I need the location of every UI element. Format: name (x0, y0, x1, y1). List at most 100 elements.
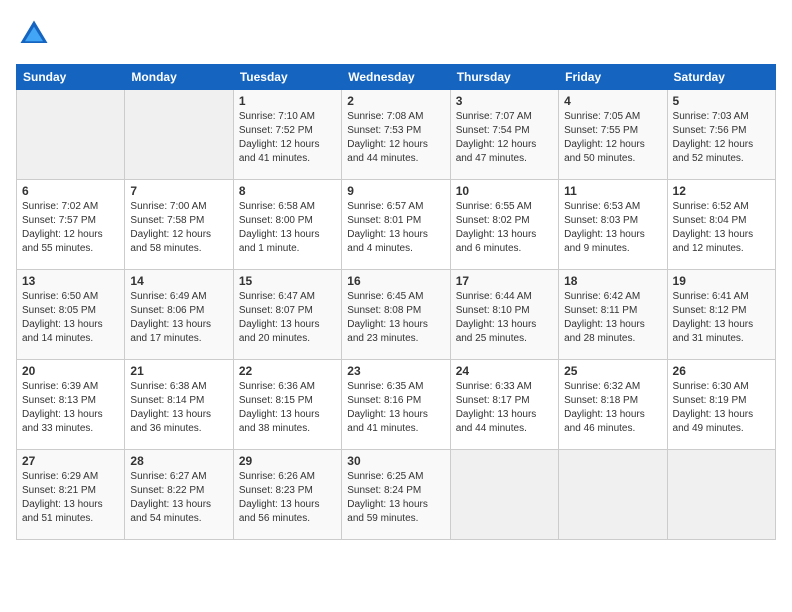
header-saturday: Saturday (667, 65, 775, 90)
day-number: 6 (22, 184, 119, 198)
day-number: 12 (673, 184, 770, 198)
day-number: 15 (239, 274, 336, 288)
day-info: Sunrise: 6:57 AM Sunset: 8:01 PM Dayligh… (347, 200, 444, 256)
day-info: Sunrise: 6:35 AM Sunset: 8:16 PM Dayligh… (347, 380, 444, 436)
day-info: Sunrise: 6:44 AM Sunset: 8:10 PM Dayligh… (456, 290, 553, 346)
day-info: Sunrise: 6:47 AM Sunset: 8:07 PM Dayligh… (239, 290, 336, 346)
calendar-table: SundayMondayTuesdayWednesdayThursdayFrid… (16, 64, 776, 540)
logo (16, 16, 58, 52)
day-info: Sunrise: 6:33 AM Sunset: 8:17 PM Dayligh… (456, 380, 553, 436)
day-number: 11 (564, 184, 661, 198)
day-info: Sunrise: 6:42 AM Sunset: 8:11 PM Dayligh… (564, 290, 661, 346)
day-info: Sunrise: 6:58 AM Sunset: 8:00 PM Dayligh… (239, 200, 336, 256)
calendar-cell: 14 Sunrise: 6:49 AM Sunset: 8:06 PM Dayli… (125, 270, 233, 360)
day-number: 14 (130, 274, 227, 288)
day-number: 13 (22, 274, 119, 288)
calendar-cell: 24 Sunrise: 6:33 AM Sunset: 8:17 PM Dayli… (450, 360, 558, 450)
day-info: Sunrise: 6:38 AM Sunset: 8:14 PM Dayligh… (130, 380, 227, 436)
calendar-cell: 6 Sunrise: 7:02 AM Sunset: 7:57 PM Daylig… (17, 180, 125, 270)
day-info: Sunrise: 7:05 AM Sunset: 7:55 PM Dayligh… (564, 110, 661, 166)
day-info: Sunrise: 6:45 AM Sunset: 8:08 PM Dayligh… (347, 290, 444, 346)
day-info: Sunrise: 6:26 AM Sunset: 8:23 PM Dayligh… (239, 470, 336, 526)
header-friday: Friday (559, 65, 667, 90)
day-number: 7 (130, 184, 227, 198)
day-number: 3 (456, 94, 553, 108)
day-info: Sunrise: 7:02 AM Sunset: 7:57 PM Dayligh… (22, 200, 119, 256)
calendar-cell: 4 Sunrise: 7:05 AM Sunset: 7:55 PM Daylig… (559, 90, 667, 180)
day-number: 26 (673, 364, 770, 378)
day-number: 24 (456, 364, 553, 378)
calendar-week-2: 6 Sunrise: 7:02 AM Sunset: 7:57 PM Daylig… (17, 180, 776, 270)
day-info: Sunrise: 7:07 AM Sunset: 7:54 PM Dayligh… (456, 110, 553, 166)
calendar-cell (17, 90, 125, 180)
calendar-cell: 9 Sunrise: 6:57 AM Sunset: 8:01 PM Daylig… (342, 180, 450, 270)
day-info: Sunrise: 7:10 AM Sunset: 7:52 PM Dayligh… (239, 110, 336, 166)
calendar-cell: 8 Sunrise: 6:58 AM Sunset: 8:00 PM Daylig… (233, 180, 341, 270)
calendar-header-row: SundayMondayTuesdayWednesdayThursdayFrid… (17, 65, 776, 90)
logo-icon (16, 16, 52, 52)
day-number: 8 (239, 184, 336, 198)
header-wednesday: Wednesday (342, 65, 450, 90)
day-number: 29 (239, 454, 336, 468)
header-monday: Monday (125, 65, 233, 90)
calendar-cell (450, 450, 558, 540)
day-info: Sunrise: 6:39 AM Sunset: 8:13 PM Dayligh… (22, 380, 119, 436)
calendar-cell: 12 Sunrise: 6:52 AM Sunset: 8:04 PM Dayli… (667, 180, 775, 270)
day-number: 18 (564, 274, 661, 288)
calendar-cell: 15 Sunrise: 6:47 AM Sunset: 8:07 PM Dayli… (233, 270, 341, 360)
day-number: 27 (22, 454, 119, 468)
calendar-cell: 21Sunrise: 6:38 AM Sunset: 8:14 PM Dayli… (125, 360, 233, 450)
calendar-cell: 23Sunrise: 6:35 AM Sunset: 8:16 PM Dayli… (342, 360, 450, 450)
calendar-cell: 26 Sunrise: 6:30 AM Sunset: 8:19 PM Dayli… (667, 360, 775, 450)
day-info: Sunrise: 7:00 AM Sunset: 7:58 PM Dayligh… (130, 200, 227, 256)
day-info: Sunrise: 6:27 AM Sunset: 8:22 PM Dayligh… (130, 470, 227, 526)
page-header (16, 16, 776, 52)
calendar-cell: 20 Sunrise: 6:39 AM Sunset: 8:13 PM Dayli… (17, 360, 125, 450)
calendar-cell (125, 90, 233, 180)
day-number: 2 (347, 94, 444, 108)
day-info: Sunrise: 6:29 AM Sunset: 8:21 PM Dayligh… (22, 470, 119, 526)
day-number: 20 (22, 364, 119, 378)
calendar-cell: 3 Sunrise: 7:07 AM Sunset: 7:54 PM Daylig… (450, 90, 558, 180)
calendar-cell: 1 Sunrise: 7:10 AM Sunset: 7:52 PM Daylig… (233, 90, 341, 180)
day-number: 17 (456, 274, 553, 288)
calendar-cell: 19 Sunrise: 6:41 AM Sunset: 8:12 PM Dayli… (667, 270, 775, 360)
day-number: 1 (239, 94, 336, 108)
calendar-cell: 16Sunrise: 6:45 AM Sunset: 8:08 PM Dayli… (342, 270, 450, 360)
day-info: Sunrise: 6:49 AM Sunset: 8:06 PM Dayligh… (130, 290, 227, 346)
calendar-cell: 25 Sunrise: 6:32 AM Sunset: 8:18 PM Dayli… (559, 360, 667, 450)
day-info: Sunrise: 7:03 AM Sunset: 7:56 PM Dayligh… (673, 110, 770, 166)
calendar-cell: 10Sunrise: 6:55 AM Sunset: 8:02 PM Dayli… (450, 180, 558, 270)
day-info: Sunrise: 6:25 AM Sunset: 8:24 PM Dayligh… (347, 470, 444, 526)
day-number: 25 (564, 364, 661, 378)
day-info: Sunrise: 6:53 AM Sunset: 8:03 PM Dayligh… (564, 200, 661, 256)
calendar-cell: 27 Sunrise: 6:29 AM Sunset: 8:21 PM Dayli… (17, 450, 125, 540)
calendar-cell: 7 Sunrise: 7:00 AM Sunset: 7:58 PM Daylig… (125, 180, 233, 270)
day-info: Sunrise: 6:30 AM Sunset: 8:19 PM Dayligh… (673, 380, 770, 436)
day-number: 4 (564, 94, 661, 108)
calendar-cell: 18 Sunrise: 6:42 AM Sunset: 8:11 PM Dayli… (559, 270, 667, 360)
calendar-cell (559, 450, 667, 540)
day-info: Sunrise: 6:32 AM Sunset: 8:18 PM Dayligh… (564, 380, 661, 436)
calendar-week-3: 13 Sunrise: 6:50 AM Sunset: 8:05 PM Dayli… (17, 270, 776, 360)
day-number: 28 (130, 454, 227, 468)
day-number: 22 (239, 364, 336, 378)
day-info: Sunrise: 7:08 AM Sunset: 7:53 PM Dayligh… (347, 110, 444, 166)
day-info: Sunrise: 6:52 AM Sunset: 8:04 PM Dayligh… (673, 200, 770, 256)
header-sunday: Sunday (17, 65, 125, 90)
day-number: 9 (347, 184, 444, 198)
calendar-cell: 17 Sunrise: 6:44 AM Sunset: 8:10 PM Dayli… (450, 270, 558, 360)
calendar-week-5: 27 Sunrise: 6:29 AM Sunset: 8:21 PM Dayli… (17, 450, 776, 540)
day-info: Sunrise: 6:41 AM Sunset: 8:12 PM Dayligh… (673, 290, 770, 346)
calendar-cell: 30Sunrise: 6:25 AM Sunset: 8:24 PM Dayli… (342, 450, 450, 540)
header-thursday: Thursday (450, 65, 558, 90)
day-info: Sunrise: 6:50 AM Sunset: 8:05 PM Dayligh… (22, 290, 119, 346)
calendar-cell: 5 Sunrise: 7:03 AM Sunset: 7:56 PM Daylig… (667, 90, 775, 180)
day-number: 5 (673, 94, 770, 108)
day-number: 10 (456, 184, 553, 198)
day-number: 19 (673, 274, 770, 288)
calendar-cell (667, 450, 775, 540)
calendar-week-4: 20 Sunrise: 6:39 AM Sunset: 8:13 PM Dayli… (17, 360, 776, 450)
calendar-week-1: 1 Sunrise: 7:10 AM Sunset: 7:52 PM Daylig… (17, 90, 776, 180)
calendar-cell: 28 Sunrise: 6:27 AM Sunset: 8:22 PM Dayli… (125, 450, 233, 540)
